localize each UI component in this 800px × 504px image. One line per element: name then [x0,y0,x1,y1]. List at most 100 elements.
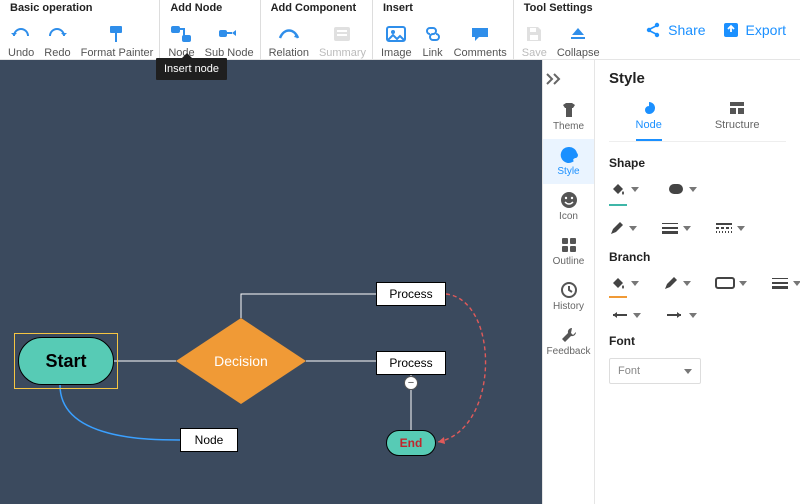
branch-line-control[interactable] [663,274,691,292]
floating-node-label: Node [195,433,224,447]
relation-icon [278,23,300,45]
collapse-button[interactable]: Collapse [557,23,600,59]
font-family-select[interactable]: Font [609,358,701,384]
arrow-start-icon [609,310,629,320]
panel-title: Style [609,70,786,87]
pencil-icon [609,220,625,236]
comments-button[interactable]: Comments [454,23,507,59]
tab-structure-label: Structure [715,119,760,131]
section-font: Font [609,334,786,348]
border-width-control[interactable] [661,220,691,236]
tab-node[interactable]: Node [636,101,662,141]
canvas-wires [0,60,542,504]
accent-underline [609,204,627,206]
toolbar: Basic operation Undo Redo Format Painter… [0,0,800,60]
redo-icon [46,23,68,45]
floating-node[interactable]: Node [180,428,238,452]
relation-label: Relation [269,47,309,59]
format-painter-label: Format Painter [81,47,154,59]
line-weight-icon [771,276,789,290]
toolbar-right: Share Export [644,0,800,59]
sidebar-item-theme[interactable]: Theme [543,94,594,139]
start-node[interactable]: Start [18,337,114,385]
sidebar-label-history: History [553,301,584,312]
group-title-toolset: Tool Settings [522,0,600,16]
sidebar-label-icon: Icon [559,211,578,222]
tab-structure[interactable]: Structure [715,101,760,141]
process-node-1[interactable]: Process [376,282,446,306]
redo-label: Redo [44,47,70,59]
sidebar-item-feedback[interactable]: Feedback [543,319,594,364]
chevron-down-icon [633,313,641,318]
chevron-right-icon [543,72,594,86]
collapse-node-badge[interactable]: − [404,376,418,390]
shape-style-control[interactable] [667,180,697,198]
branch-fill-control[interactable] [609,274,639,292]
group-addnode: Add Node Node Sub Node [160,0,260,59]
branch-arrow-end-control[interactable] [665,310,697,320]
chevron-down-icon [689,187,697,192]
sidebar-item-style[interactable]: Style [543,139,594,184]
summary-button[interactable]: Summary [319,23,366,59]
tooltip-insert-node: Insert node [156,58,227,80]
image-label: Image [381,47,412,59]
export-button[interactable]: Export [722,21,786,39]
shape-fill-control[interactable] [609,180,639,198]
collapse-label: Collapse [557,47,600,59]
tshirt-icon [560,101,578,119]
branch-arrow-start-control[interactable] [609,310,641,320]
main: Start Decision Process Process − Node En… [0,60,800,504]
process-node-2[interactable]: Process [376,351,446,375]
image-icon [385,23,407,45]
shape-icon [667,180,685,198]
font-select-value: Font [618,365,640,377]
canvas[interactable]: Start Decision Process Process − Node En… [0,60,542,504]
link-button[interactable]: Link [422,23,444,59]
branch-weight-control[interactable] [771,274,800,292]
fill-icon [609,274,627,292]
relation-button[interactable]: Relation [269,23,309,59]
group-title-basic: Basic operation [8,0,153,16]
group-basic: Basic operation Undo Redo Format Painter [0,0,160,59]
format-painter-button[interactable]: Format Painter [81,23,154,59]
chevron-down-icon [684,369,692,374]
process2-label: Process [389,356,432,370]
sidebar-label-feedback: Feedback [547,346,591,357]
share-label: Share [668,22,705,38]
sidebar-item-icon[interactable]: Icon [543,184,594,229]
image-button[interactable]: Image [381,23,412,59]
decision-node[interactable]: Decision [176,318,306,404]
link-icon [422,23,444,45]
node-tab-icon [640,101,658,115]
node-icon [170,23,192,45]
undo-button[interactable]: Undo [8,23,34,59]
panel-tabs: Node Structure [609,101,786,142]
structure-tab-icon [729,101,745,115]
save-button[interactable]: Save [522,23,547,59]
undo-icon [10,23,32,45]
sidebar-item-outline[interactable]: Outline [543,229,594,274]
insert-subnode-button[interactable]: Sub Node [205,23,254,59]
chevron-down-icon [793,281,800,286]
border-dash-control[interactable] [715,220,745,236]
chevron-down-icon [683,281,691,286]
summary-icon [331,23,353,45]
grid-icon [561,236,577,254]
sidebar-item-history[interactable]: History [543,274,594,319]
branch-shape-control[interactable] [715,274,747,292]
chevron-down-icon [683,226,691,231]
comments-label: Comments [454,47,507,59]
palette-icon [560,146,578,164]
sidebar-label-outline: Outline [553,256,585,267]
line-weight-icon [661,221,679,235]
end-node[interactable]: End [386,430,436,456]
smiley-icon [560,191,578,209]
redo-button[interactable]: Redo [44,23,70,59]
save-label: Save [522,47,547,59]
border-color-control[interactable] [609,220,637,236]
subnode-icon [218,23,240,45]
pencil-icon [663,275,679,291]
group-addcomp: Add Component Relation Summary [261,0,373,59]
panel-collapse-toggle[interactable] [543,64,594,94]
share-button[interactable]: Share [644,21,705,39]
